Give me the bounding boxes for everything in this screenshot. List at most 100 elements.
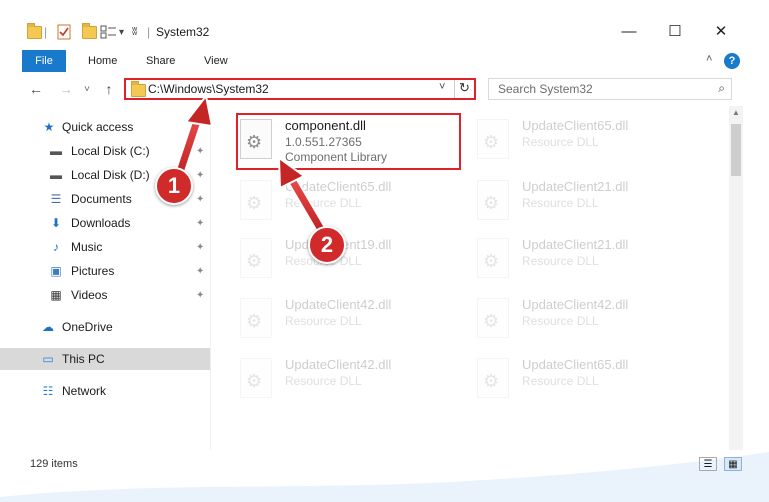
refresh-icon[interactable]: ↻ [459,80,470,96]
documents-icon: ☰ [50,192,62,206]
dll-file-icon: ⚙ [240,298,272,338]
dll-file-icon: ⚙ [477,298,509,338]
sidebar-item-videos[interactable]: ▦ Videos ✦ [0,284,211,306]
sidebar-item-label: Quick access [62,120,134,134]
file-type: Resource DLL [285,196,362,210]
pin-icon[interactable]: ✦ [196,218,204,229]
file-name: UpdateClient21.dll [522,237,629,252]
close-button[interactable]: ✕ [698,18,744,44]
view-options-icon[interactable] [100,22,118,42]
tab-home[interactable]: Home [88,50,117,72]
toolbar-underline-icon: ʬ [132,26,138,38]
help-button[interactable]: ? [724,53,740,69]
details-view-button[interactable]: ☰ [699,457,717,471]
search-icon[interactable]: ⌕ [718,81,725,96]
search-placeholder[interactable]: Search System32 [498,82,593,96]
title-bar: | ▾ ʬ | System32 — ☐ ✕ [0,0,769,44]
file-tile[interactable]: ⚙ UpdateClient42.dll Resource DLL [236,354,466,408]
sidebar-item-downloads[interactable]: ⬇ Downloads ✦ [0,212,211,234]
pin-icon[interactable]: ✦ [196,266,204,277]
file-name: UpdateClient21.dll [522,179,629,194]
gear-icon: ⚙ [483,371,500,391]
pin-icon[interactable]: ✦ [196,242,204,253]
gear-icon: ⚙ [483,311,500,331]
forward-button[interactable]: → [57,80,75,98]
sidebar-item-label: Documents [71,192,132,206]
new-folder-icon[interactable] [82,22,97,42]
dll-file-icon: ⚙ [240,180,272,220]
properties-icon[interactable] [56,22,72,42]
gear-icon: ⚙ [483,251,500,271]
videos-icon: ▦ [50,288,62,302]
step-2-callout: 2 [308,226,346,264]
drive-icon: ▬ [50,144,62,158]
file-tile[interactable]: ⚙ UpdateClient42.dll Resource DLL [236,294,466,348]
file-tile[interactable]: ⚙ UpdateClient65.dll Resource DLL [473,354,703,408]
pictures-icon: ▣ [50,264,62,278]
file-highlight-box [236,113,461,170]
scroll-up-icon[interactable]: ▲ [732,108,740,117]
download-icon: ⬇ [50,216,62,230]
address-dropdown-button[interactable]: ˅ [439,81,445,93]
file-tile[interactable]: ⚙ UpdateClient21.dll Resource DLL [473,234,703,288]
pin-icon[interactable]: ✦ [196,170,204,181]
collapse-ribbon-button[interactable]: ˄ [706,53,712,65]
cloud-icon: ☁ [42,320,54,334]
dll-file-icon: ⚙ [240,358,272,398]
sidebar-item-onedrive[interactable]: ☁ OneDrive [0,316,211,338]
dll-file-icon: ⚙ [477,358,509,398]
file-tile[interactable]: ⚙ UpdateClient65.dll Resource DLL [236,176,466,230]
vertical-scrollbar[interactable]: ▲ [729,106,743,450]
pin-icon[interactable]: ✦ [196,146,204,157]
file-name: UpdateClient65.dll [522,357,629,372]
sidebar-item-label: Videos [71,288,108,302]
recent-locations-button[interactable]: ˅ [78,80,96,98]
pin-icon[interactable]: ✦ [196,194,204,205]
file-tile[interactable]: ⚙ UpdateClient19.dll Resource DLL [236,234,466,288]
step-1-callout: 1 [155,167,193,205]
file-tile[interactable]: ⚙ UpdateClient65.dll Resource DLL [473,115,703,169]
window-title: System32 [156,25,210,39]
pin-icon[interactable]: ✦ [196,290,204,301]
sidebar-item-pictures[interactable]: ▣ Pictures ✦ [0,260,211,282]
search-box[interactable]: Search System32 ⌕ [488,78,732,100]
sidebar-item-quick-access[interactable]: ★ Quick access [0,116,211,138]
scrollbar-thumb[interactable] [731,124,741,176]
address-folder-icon [131,81,146,97]
file-tile[interactable]: ⚙ UpdateClient42.dll Resource DLL [473,294,703,348]
address-separator [454,80,455,98]
folder-icon [27,22,42,42]
tab-file[interactable]: File [22,50,66,72]
sidebar-item-music[interactable]: ♪ Music ✦ [0,236,211,258]
sidebar-item-label: Pictures [71,264,115,278]
sidebar-item-local-disk-c[interactable]: ▬ Local Disk (C:) ✦ [0,140,211,162]
up-button[interactable]: ↑ [100,80,118,98]
background-wave [0,452,769,502]
file-type: Resource DLL [285,374,362,388]
toolbar-separator: | [44,25,48,39]
address-path[interactable]: C:\Windows\System32 [148,82,269,96]
pane-divider[interactable] [210,110,211,450]
tab-view[interactable]: View [204,50,228,72]
file-name: UpdateClient42.dll [522,297,629,312]
minimize-button[interactable]: — [606,18,652,44]
file-tile[interactable]: ⚙ UpdateClient21.dll Resource DLL [473,176,703,230]
customize-toolbar-dropdown[interactable]: ▾ [119,22,124,42]
address-bar[interactable]: C:\Windows\System32 ˅ ↻ [124,78,476,100]
dll-file-icon: ⚙ [477,238,509,278]
sidebar-item-label: Network [62,384,107,398]
file-type: Resource DLL [522,314,599,328]
tab-share[interactable]: Share [146,50,175,72]
sidebar-item-network[interactable]: ☷ Network [0,380,211,402]
maximize-button[interactable]: ☐ [652,18,698,44]
sidebar-item-this-pc[interactable]: ▭ This PC [0,348,211,370]
gear-icon: ⚙ [246,311,263,331]
music-icon: ♪ [53,240,59,254]
file-name: UpdateClient42.dll [285,297,392,312]
item-count: 129 items [30,458,78,470]
tiles-view-button[interactable]: ▦ [724,457,742,471]
file-type: Resource DLL [522,135,599,149]
gear-icon: ⚙ [483,132,500,152]
sidebar-item-label: This PC [62,352,105,366]
back-button[interactable]: ← [27,80,45,98]
